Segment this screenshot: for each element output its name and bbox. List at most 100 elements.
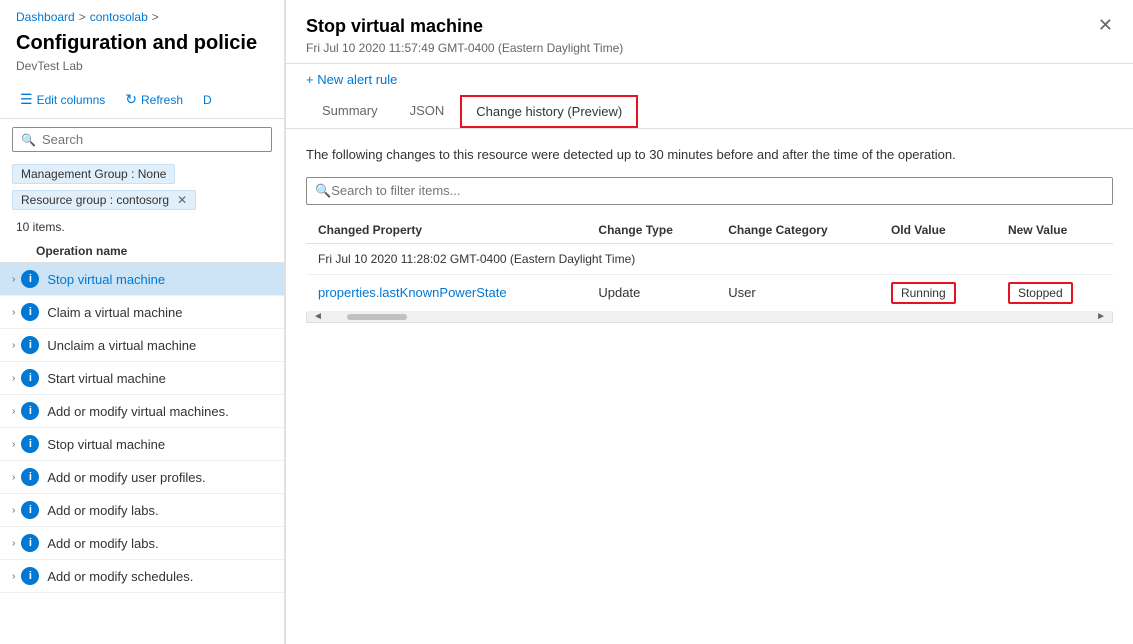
toolbar: ☰ Edit columns ↻ Refresh D — [0, 81, 284, 119]
list-item-text: Stop virtual machine — [47, 437, 165, 452]
chevron-icon: › — [12, 406, 15, 417]
diagnostics-label: D — [203, 93, 212, 107]
edit-columns-label: Edit columns — [37, 93, 106, 107]
list-item[interactable]: › i Add or modify labs. — [0, 494, 284, 527]
filter-search-input[interactable] — [331, 183, 1104, 198]
chevron-icon: › — [12, 439, 15, 450]
change-description: The following changes to this resource w… — [306, 145, 1113, 165]
close-icon: ✕ — [1098, 15, 1113, 35]
group-label: Fri Jul 10 2020 11:28:02 GMT-0400 (Easte… — [306, 243, 1113, 274]
filter-management-group-label: Management Group : None — [21, 167, 166, 181]
chevron-icon: › — [12, 538, 15, 549]
detail-title-area: Stop virtual machine Fri Jul 10 2020 11:… — [306, 16, 1098, 55]
table-header-row: Changed Property Change Type Change Cate… — [306, 217, 1113, 244]
cell-change-category: User — [716, 274, 879, 311]
detail-pane: Stop virtual machine Fri Jul 10 2020 11:… — [285, 0, 1133, 644]
tab-change-history[interactable]: Change history (Preview) — [460, 95, 638, 128]
old-value-badge: Running — [891, 282, 956, 304]
scroll-right-icon[interactable]: ► — [1092, 312, 1110, 323]
list-item[interactable]: › i Stop virtual machine — [0, 428, 284, 461]
list-item-text: Add or modify user profiles. — [47, 470, 205, 485]
scrollbar-track[interactable]: ◄ ► — [307, 312, 1112, 322]
breadcrumb-dashboard[interactable]: Dashboard — [16, 10, 75, 24]
cell-old-value: Running — [879, 274, 996, 311]
scroll-left-icon[interactable]: ◄ — [309, 312, 327, 323]
list-item[interactable]: › i Stop virtual machine — [0, 263, 284, 296]
change-table: Changed Property Change Type Change Cate… — [306, 217, 1113, 312]
chevron-icon: › — [12, 274, 15, 285]
info-icon: i — [21, 369, 39, 387]
info-icon: i — [21, 468, 39, 486]
list-item-text: Add or modify schedules. — [47, 569, 193, 584]
list-item-text: Add or modify labs. — [47, 503, 158, 518]
detail-header: Stop virtual machine Fri Jul 10 2020 11:… — [286, 0, 1133, 64]
list-item-text: Start virtual machine — [47, 371, 166, 386]
detail-title: Stop virtual machine — [306, 16, 1098, 37]
col-changed-property: Changed Property — [306, 217, 586, 244]
tabs: Summary JSON Change history (Preview) — [286, 95, 1133, 129]
info-icon: i — [21, 303, 39, 321]
list-items: › i Stop virtual machine › i Claim a vir… — [0, 263, 284, 644]
scrollbar-thumb[interactable] — [347, 314, 407, 320]
chevron-icon: › — [12, 307, 15, 318]
detail-timestamp: Fri Jul 10 2020 11:57:49 GMT-0400 (Easte… — [306, 41, 1098, 55]
breadcrumb: Dashboard > contosolab > — [0, 0, 284, 28]
refresh-button[interactable]: ↻ Refresh — [117, 87, 191, 112]
left-panel: Dashboard > contosolab > Configuration a… — [0, 0, 285, 644]
diagnostics-button[interactable]: D — [195, 89, 220, 111]
refresh-label: Refresh — [141, 93, 183, 107]
filter-search: 🔍 — [306, 177, 1113, 205]
tab-json[interactable]: JSON — [394, 95, 461, 128]
list-item[interactable]: › i Add or modify user profiles. — [0, 461, 284, 494]
breadcrumb-contosolab[interactable]: contosolab — [90, 10, 148, 24]
refresh-icon: ↻ — [125, 91, 137, 108]
new-alert-rule-button[interactable]: + New alert rule — [306, 72, 1113, 87]
chevron-icon: › — [12, 571, 15, 582]
edit-columns-icon: ☰ — [20, 91, 33, 108]
list-item[interactable]: › i Claim a virtual machine — [0, 296, 284, 329]
info-icon: i — [21, 501, 39, 519]
col-change-type: Change Type — [586, 217, 716, 244]
info-icon: i — [21, 402, 39, 420]
list-item-text: Add or modify virtual machines. — [47, 404, 228, 419]
list-item[interactable]: › i Start virtual machine — [0, 362, 284, 395]
edit-columns-button[interactable]: ☰ Edit columns — [12, 87, 113, 112]
close-button[interactable]: ✕ — [1098, 16, 1113, 34]
info-icon: i — [21, 567, 39, 585]
property-link[interactable]: properties.lastKnownPowerState — [318, 285, 507, 300]
list-item-text: Unclaim a virtual machine — [47, 338, 196, 353]
filter-resource-group-remove[interactable]: ✕ — [177, 193, 187, 207]
filters: Management Group : None Resource group :… — [0, 160, 284, 214]
search-input[interactable] — [42, 132, 263, 147]
search-icon: 🔍 — [21, 133, 36, 147]
list-item-text: Stop virtual machine — [47, 272, 165, 287]
scrollbar-container: ◄ ► — [306, 312, 1113, 323]
list-item[interactable]: › i Add or modify virtual machines. — [0, 395, 284, 428]
col-new-value: New Value — [996, 217, 1113, 244]
cell-property: properties.lastKnownPowerState — [306, 274, 586, 311]
list-item[interactable]: › i Add or modify schedules. — [0, 560, 284, 593]
filter-search-icon: 🔍 — [315, 183, 331, 199]
chevron-icon: › — [12, 373, 15, 384]
chevron-icon: › — [12, 472, 15, 483]
list-item[interactable]: › i Unclaim a virtual machine — [0, 329, 284, 362]
page-subtitle: DevTest Lab — [0, 57, 284, 81]
detail-body: The following changes to this resource w… — [286, 129, 1133, 644]
info-icon: i — [21, 534, 39, 552]
tab-summary[interactable]: Summary — [306, 95, 394, 128]
chevron-icon: › — [12, 340, 15, 351]
list-item-text: Add or modify labs. — [47, 536, 158, 551]
filter-management-group: Management Group : None — [12, 164, 175, 184]
info-icon: i — [21, 336, 39, 354]
page-title: Configuration and policie — [0, 28, 284, 57]
table-group-row: Fri Jul 10 2020 11:28:02 GMT-0400 (Easte… — [306, 243, 1113, 274]
list-item[interactable]: › i Add or modify labs. — [0, 527, 284, 560]
column-header: Operation name — [0, 240, 284, 263]
table-row: properties.lastKnownPowerState Update Us… — [306, 274, 1113, 311]
list-item-text: Claim a virtual machine — [47, 305, 182, 320]
breadcrumb-sep-1: > — [79, 10, 86, 24]
info-icon: i — [21, 270, 39, 288]
breadcrumb-sep-2: > — [152, 10, 159, 24]
col-change-category: Change Category — [716, 217, 879, 244]
new-alert-rule-label: + New alert rule — [306, 72, 397, 87]
